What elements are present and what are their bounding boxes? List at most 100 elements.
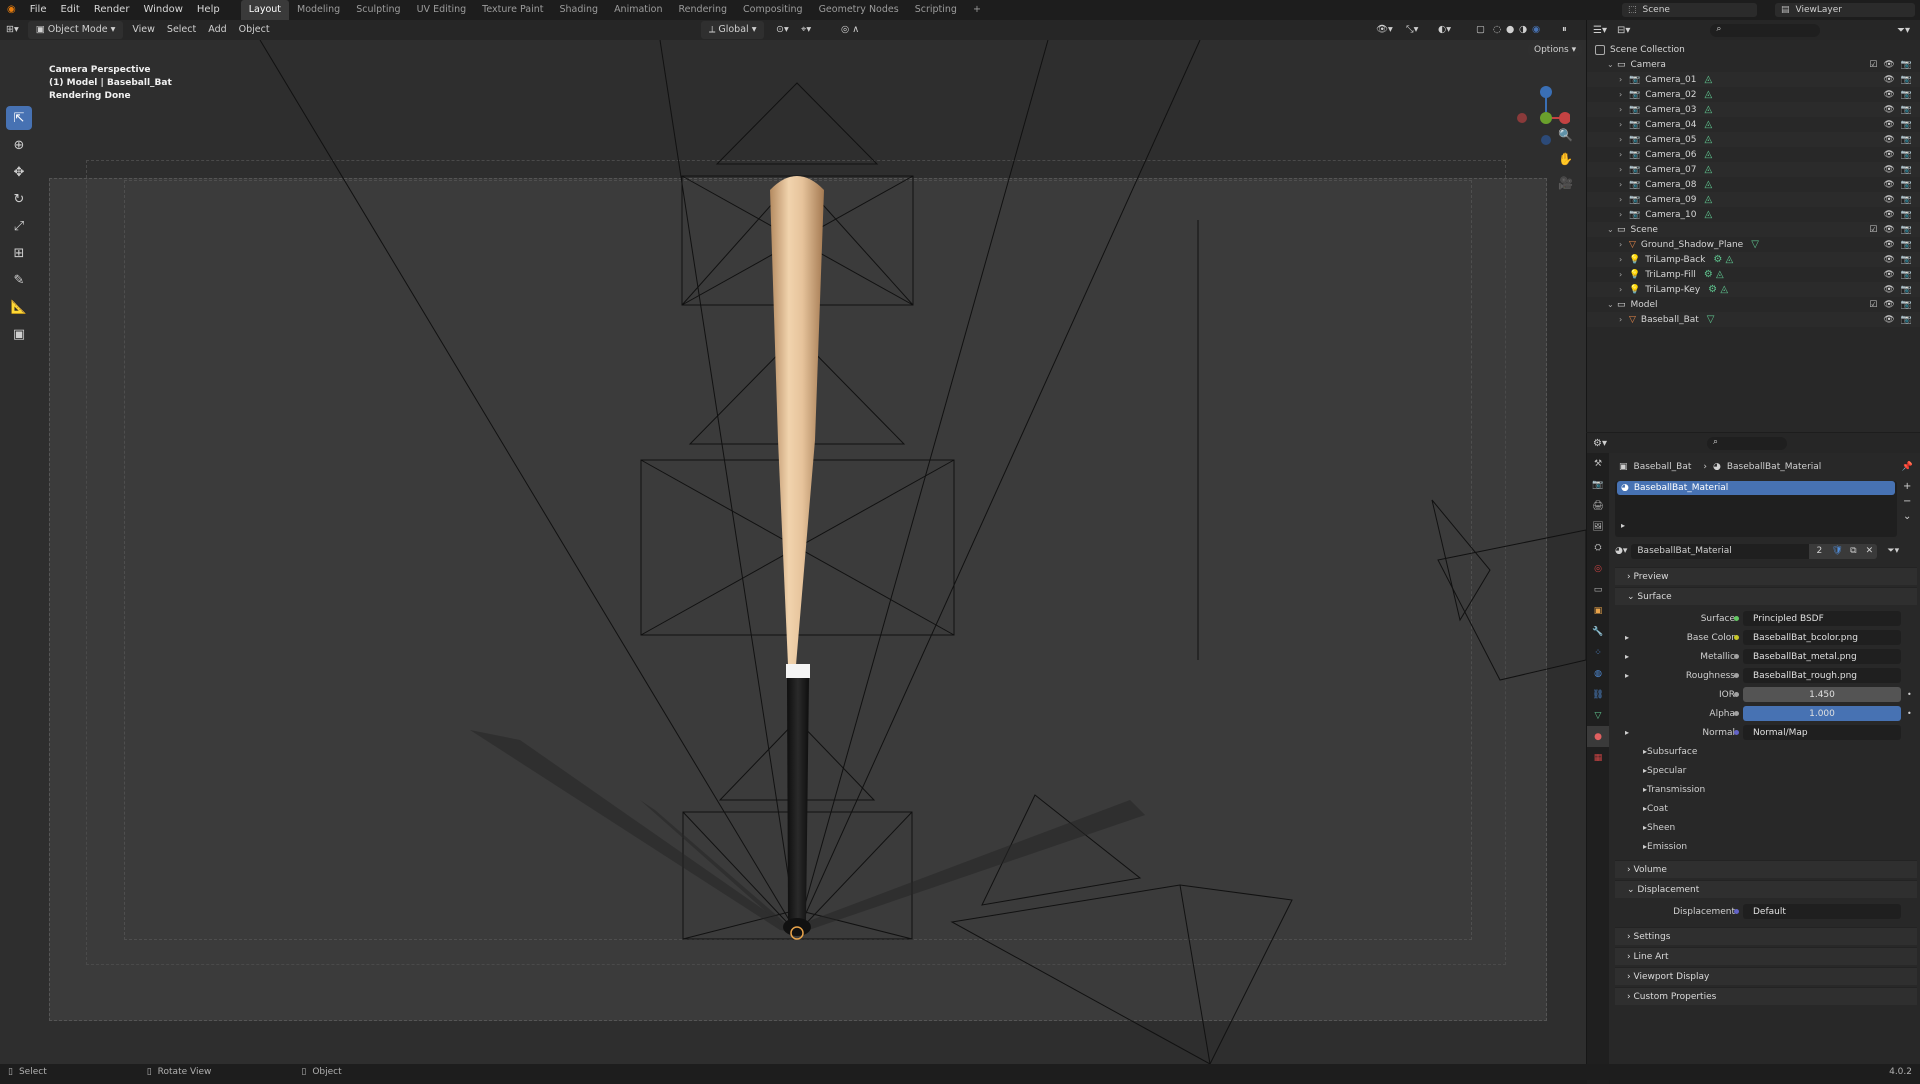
eye-icon[interactable]: 👁	[1883, 90, 1894, 100]
properties-search-input[interactable]: ⌕	[1706, 436, 1787, 450]
outliner-editor-icon[interactable]: ☰▾	[1593, 25, 1607, 36]
eye-icon[interactable]: 👁	[1883, 135, 1894, 145]
view-layer-selector[interactable]: ▤ ViewLayer	[1775, 3, 1915, 17]
scale-tool-icon[interactable]: ⤢	[6, 214, 32, 238]
outliner-row[interactable]: ⌄ ▭ Scene ☑ 👁 📷	[1587, 222, 1920, 237]
camera-view-icon[interactable]: 🎥	[1558, 176, 1573, 190]
collapse-arrow-icon[interactable]: ›	[1619, 195, 1629, 204]
render-camera-icon[interactable]: 📷	[1901, 165, 1912, 175]
field-value[interactable]: BaseballBat_bcolor.png	[1734, 630, 1901, 645]
expand-arrow-icon[interactable]: ⌄	[1607, 60, 1617, 69]
outliner-row[interactable]: › 💡 TriLamp-Fill ⚙ ◬ 👁 📷	[1587, 267, 1920, 282]
collapse-arrow-icon[interactable]: ›	[1619, 210, 1629, 219]
menu-select[interactable]: Select	[161, 21, 202, 39]
exclude-checkbox[interactable]: ☑	[1869, 60, 1877, 70]
outliner-row[interactable]: › ▽ Ground_Shadow_Plane ▽ 👁 📷	[1587, 237, 1920, 252]
panel-custom-properties[interactable]: › Custom Properties	[1615, 987, 1917, 1005]
outliner-row[interactable]: › 📷 Camera_07 ◬ 👁 📷	[1587, 162, 1920, 177]
cursor-tool-icon[interactable]: ⊕	[6, 133, 32, 157]
outliner-row[interactable]: › 📷 Camera_02 ◬ 👁 📷	[1587, 87, 1920, 102]
gizmo-icon[interactable]: ⤡▾	[1400, 21, 1424, 39]
subpanel-subsurface[interactable]: ▸ Subsurface	[1615, 742, 1917, 761]
pause-render-icon[interactable]: ⏸	[1556, 21, 1573, 39]
panel-settings[interactable]: › Settings	[1615, 927, 1917, 945]
surface-header[interactable]: ⌄ Surface	[1615, 587, 1917, 605]
object-data-icon[interactable]: ⚙ ◬	[1708, 284, 1728, 295]
output-tab-icon[interactable]: 🖨	[1587, 495, 1609, 516]
editor-type-icon[interactable]: ⊞▾	[0, 21, 25, 39]
collapse-arrow-icon[interactable]: ›	[1619, 255, 1629, 264]
collapse-arrow-icon[interactable]: ›	[1619, 105, 1629, 114]
tab-rendering[interactable]: Rendering	[671, 0, 736, 20]
collapse-arrow-icon[interactable]: ›	[1619, 75, 1629, 84]
expand-arrow-icon[interactable]: ⌄	[1607, 300, 1617, 309]
collapse-arrow-icon[interactable]: ›	[1619, 165, 1629, 174]
rotate-tool-icon[interactable]: ↻	[6, 187, 32, 211]
displacement-field[interactable]: Default	[1734, 904, 1901, 919]
eye-icon[interactable]: 👁	[1883, 195, 1894, 205]
object-data-icon[interactable]: ◬	[1705, 104, 1713, 115]
tab-compositing[interactable]: Compositing	[735, 0, 811, 20]
keyframe-dot-icon[interactable]: •	[1907, 709, 1912, 718]
field-value[interactable]: 1.450	[1734, 687, 1901, 702]
collapse-arrow-icon[interactable]: ›	[1619, 315, 1629, 324]
add-workspace-icon[interactable]: +	[965, 0, 989, 20]
eye-icon[interactable]: 👁	[1883, 300, 1894, 310]
eye-icon[interactable]: 👁	[1883, 315, 1894, 325]
slot-menu-icon[interactable]: ⌄	[1903, 511, 1911, 522]
object-data-icon[interactable]: ⚙ ◬	[1704, 269, 1724, 280]
render-camera-icon[interactable]: 📷	[1901, 285, 1912, 295]
user-count[interactable]: 2	[1809, 543, 1830, 559]
object-data-icon[interactable]: ▽	[1751, 239, 1759, 250]
object-data-icon[interactable]: ⚙ ◬	[1713, 254, 1733, 265]
collection-tab-icon[interactable]: ▭	[1587, 579, 1609, 600]
object-data-icon[interactable]: ◬	[1705, 149, 1713, 160]
tab-modeling[interactable]: Modeling	[289, 0, 348, 20]
panel-viewport-display[interactable]: › Viewport Display	[1615, 967, 1917, 985]
expand-arrow-icon[interactable]: ⌄	[1607, 225, 1617, 234]
render-camera-icon[interactable]: 📷	[1901, 135, 1912, 145]
visibility-icon[interactable]: 👁▾	[1370, 21, 1399, 39]
expand-input-icon[interactable]: ▸	[1625, 633, 1629, 642]
render-camera-icon[interactable]: 📷	[1901, 105, 1912, 115]
render-camera-icon[interactable]: 📷	[1901, 255, 1912, 265]
expand-input-icon[interactable]: ▸	[1625, 728, 1629, 737]
menu-view[interactable]: View	[126, 21, 161, 39]
view-layer-tab-icon[interactable]: 🖼	[1587, 516, 1609, 537]
particles-tab-icon[interactable]: ⁘	[1587, 642, 1609, 663]
eye-icon[interactable]: 👁	[1883, 285, 1894, 295]
expand-input-icon[interactable]: ▸	[1625, 671, 1629, 680]
object-tab-icon[interactable]: ▣	[1587, 600, 1609, 621]
object-data-icon[interactable]: ◬	[1705, 74, 1713, 85]
options-dropdown[interactable]: Options ▾	[1528, 44, 1583, 56]
tab-texture-paint[interactable]: Texture Paint	[474, 0, 551, 20]
select-box-tool-icon[interactable]: ⇱	[6, 106, 32, 130]
object-data-icon[interactable]: ◬	[1705, 119, 1713, 130]
render-camera-icon[interactable]: 📷	[1901, 315, 1912, 325]
render-camera-icon[interactable]: 📷	[1901, 90, 1912, 100]
modifiers-tab-icon[interactable]: 🔧	[1587, 621, 1609, 642]
filter-icon[interactable]: ⏷▾	[1897, 25, 1910, 36]
outliner-search-input[interactable]: ⌕	[1710, 23, 1821, 37]
pin-icon[interactable]: 📌	[1902, 462, 1913, 472]
object-data-icon[interactable]: ◬	[1705, 194, 1713, 205]
render-camera-icon[interactable]: 📷	[1901, 210, 1912, 220]
eye-icon[interactable]: 👁	[1883, 210, 1894, 220]
properties-editor-icon[interactable]: ⚙▾	[1593, 438, 1607, 449]
data-tab-icon[interactable]: ▽	[1587, 705, 1609, 726]
blender-logo-icon[interactable]: ◉	[0, 0, 23, 20]
material-browse-icon[interactable]: ◕▾	[1615, 546, 1627, 556]
shading-rendered-icon[interactable]: ◉	[1526, 21, 1546, 39]
eye-icon[interactable]: 👁	[1883, 165, 1894, 175]
duplicate-icon[interactable]: ⧉	[1845, 543, 1862, 559]
collapse-arrow-icon[interactable]: ›	[1619, 285, 1629, 294]
collapse-arrow-icon[interactable]: ›	[1619, 270, 1629, 279]
render-tab-icon[interactable]: 📷	[1587, 474, 1609, 495]
subpanel-coat[interactable]: ▸ Coat	[1615, 799, 1917, 818]
outliner-row[interactable]: › 📷 Camera_04 ◬ 👁 📷	[1587, 117, 1920, 132]
render-camera-icon[interactable]: 📷	[1901, 240, 1912, 250]
constraints-tab-icon[interactable]: ⛓	[1587, 684, 1609, 705]
render-camera-icon[interactable]: 📷	[1901, 180, 1912, 190]
pivot-icon[interactable]: ⊙▾	[770, 21, 795, 39]
outliner-row[interactable]: › 📷 Camera_09 ◬ 👁 📷	[1587, 192, 1920, 207]
